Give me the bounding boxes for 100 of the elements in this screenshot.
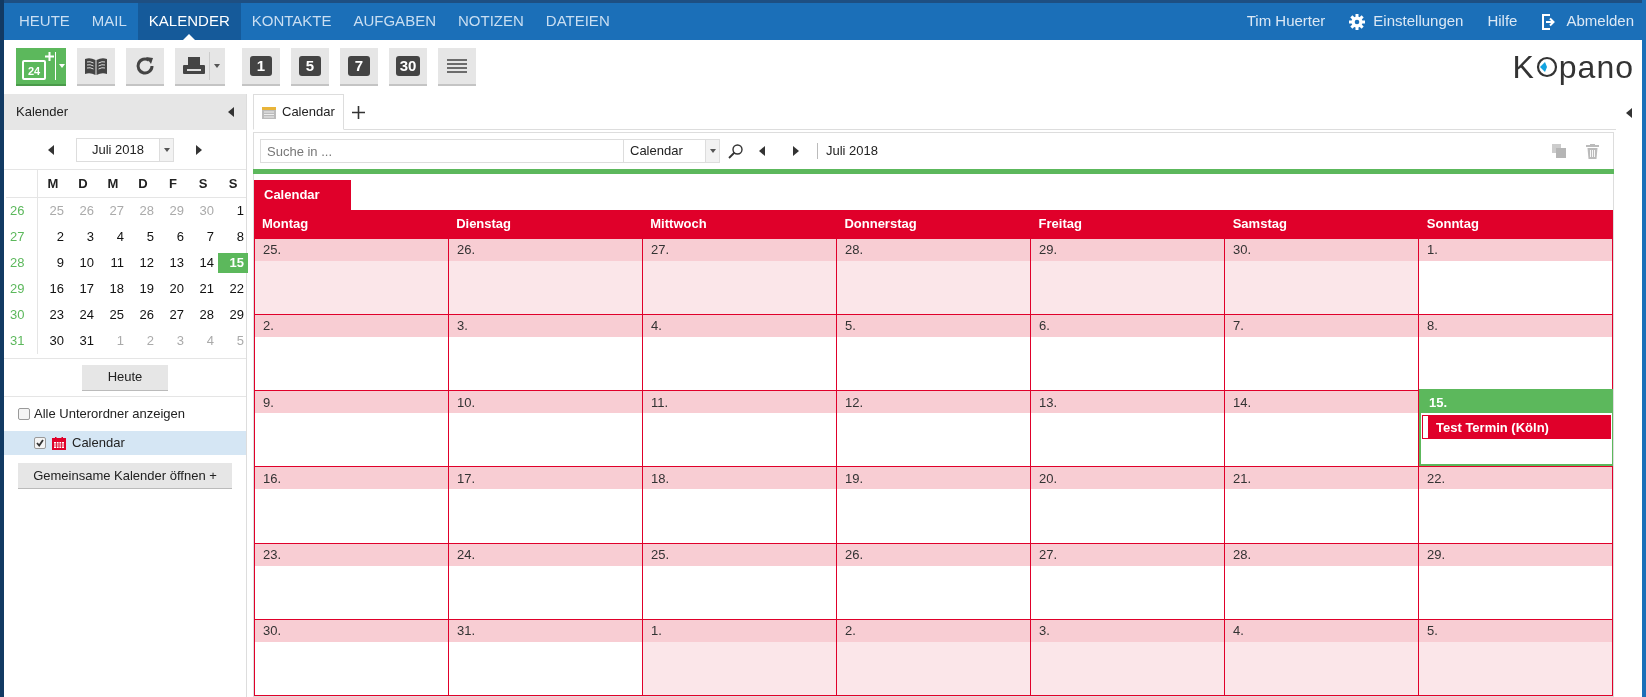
day-cell[interactable]: 2. bbox=[837, 618, 1031, 695]
date-cell[interactable]: 22 bbox=[218, 279, 248, 299]
search-icon[interactable] bbox=[728, 143, 743, 159]
day-cell[interactable]: 30. bbox=[1225, 238, 1419, 315]
nav-tab[interactable]: DATEIEN bbox=[534, 3, 621, 40]
user-name[interactable]: Tim Huerter bbox=[1246, 10, 1326, 33]
day-cell[interactable]: 15. Test Termin (Köln) bbox=[1419, 389, 1613, 467]
date-cell[interactable]: 21 bbox=[188, 279, 218, 299]
search-scope-dropdown[interactable]: Calendar bbox=[624, 139, 720, 163]
date-cell[interactable]: 10 bbox=[68, 253, 98, 273]
date-cell[interactable]: 20 bbox=[158, 279, 188, 299]
nav-tab[interactable]: AUFGABEN bbox=[342, 3, 447, 40]
day-cell[interactable]: 16. bbox=[255, 466, 449, 543]
date-cell[interactable]: 8 bbox=[218, 227, 248, 247]
date-cell[interactable]: 5 bbox=[128, 227, 158, 247]
nav-tab[interactable]: NOTIZEN bbox=[446, 3, 535, 40]
day-cell[interactable]: 5. bbox=[1419, 618, 1613, 695]
day-cell[interactable]: 6. bbox=[1031, 314, 1225, 391]
date-cell[interactable]: 13 bbox=[158, 253, 188, 273]
list-view-button[interactable] bbox=[438, 48, 476, 86]
add-tab-icon[interactable] bbox=[351, 106, 365, 119]
month-view-button[interactable]: 30 bbox=[389, 48, 427, 86]
day-cell[interactable]: 26. bbox=[837, 542, 1031, 619]
open-shared-button[interactable]: Gemeinsame Kalender öffnen + bbox=[18, 463, 232, 490]
date-cell[interactable]: 23 bbox=[38, 305, 68, 325]
day-cell[interactable]: 29. bbox=[1419, 542, 1613, 619]
day-cell[interactable]: 1. bbox=[1419, 238, 1613, 315]
collapse-icon[interactable] bbox=[1626, 108, 1632, 118]
day-cell[interactable]: 22. bbox=[1419, 466, 1613, 543]
day-cell[interactable]: 14. bbox=[1225, 390, 1419, 467]
refresh-button[interactable] bbox=[126, 48, 164, 86]
nav-tab[interactable]: KONTAKTE bbox=[240, 3, 343, 40]
date-cell[interactable]: 18 bbox=[98, 279, 128, 299]
date-cell[interactable]: 3 bbox=[68, 227, 98, 247]
date-cell[interactable]: 14 bbox=[188, 253, 218, 273]
date-cell[interactable]: 6 bbox=[158, 227, 188, 247]
date-cell[interactable]: 9 bbox=[38, 253, 68, 273]
subfolders-option[interactable]: Alle Unterordner anzeigen bbox=[4, 397, 246, 431]
date-cell[interactable]: 7 bbox=[188, 227, 218, 247]
date-cell[interactable]: 31 bbox=[68, 331, 98, 351]
date-cell[interactable]: 27 bbox=[158, 305, 188, 325]
day-cell[interactable]: 17. bbox=[449, 466, 643, 543]
date-cell[interactable]: 2 bbox=[38, 227, 68, 247]
day-cell[interactable]: 27. bbox=[1031, 542, 1225, 619]
month-picker[interactable]: Juli 2018 bbox=[76, 137, 174, 162]
day-cell[interactable]: 21. bbox=[1225, 466, 1419, 543]
next-icon[interactable] bbox=[793, 146, 799, 156]
day-cell[interactable]: 2. bbox=[255, 314, 449, 391]
day-cell[interactable]: 25. bbox=[643, 542, 837, 619]
settings-link[interactable]: Einstellungen bbox=[1373, 10, 1464, 33]
day-cell[interactable]: 3. bbox=[1031, 618, 1225, 695]
date-cell[interactable]: 25 bbox=[98, 305, 128, 325]
day-view-button[interactable]: 1 bbox=[242, 48, 280, 86]
date-cell[interactable]: 1 bbox=[218, 201, 248, 221]
nav-tab[interactable]: KALENDER bbox=[137, 3, 241, 40]
week-view-button[interactable]: 7 bbox=[340, 48, 378, 86]
day-cell[interactable]: 23. bbox=[255, 542, 449, 619]
dropdown-icon[interactable] bbox=[709, 149, 716, 153]
day-cell[interactable]: 10. bbox=[449, 390, 643, 467]
day-cell[interactable]: 4. bbox=[643, 314, 837, 391]
previous-month-icon[interactable] bbox=[48, 144, 54, 155]
day-cell[interactable]: 28. bbox=[837, 238, 1031, 315]
date-cell[interactable]: 12 bbox=[128, 253, 158, 273]
dropdown-icon[interactable] bbox=[163, 147, 170, 152]
today-button[interactable]: Heute bbox=[82, 364, 168, 391]
day-cell[interactable]: 30. bbox=[255, 618, 449, 695]
folder-item[interactable]: Calendar bbox=[4, 431, 246, 455]
day-cell[interactable]: 8. bbox=[1419, 314, 1613, 391]
collapse-icon[interactable] bbox=[228, 107, 234, 117]
date-cell[interactable]: 30 bbox=[38, 331, 68, 351]
settings-icon[interactable] bbox=[1349, 13, 1366, 30]
checkbox[interactable] bbox=[18, 408, 30, 420]
search-field[interactable]: Suche in ... bbox=[260, 139, 624, 163]
day-cell[interactable]: 7. bbox=[1225, 314, 1419, 391]
help-link[interactable]: Hilfe bbox=[1487, 10, 1518, 33]
day-cell[interactable]: 13. bbox=[1031, 390, 1225, 467]
nav-tab[interactable]: HEUTE bbox=[8, 3, 81, 40]
day-cell[interactable]: 27. bbox=[643, 238, 837, 315]
logout-icon[interactable] bbox=[1541, 13, 1557, 30]
nav-tab[interactable]: MAIL bbox=[80, 3, 138, 40]
day-cell[interactable]: 4. bbox=[1225, 618, 1419, 695]
print-button[interactable] bbox=[175, 48, 225, 86]
address-book-button[interactable] bbox=[77, 48, 115, 86]
workweek-view-button[interactable]: 5 bbox=[291, 48, 329, 86]
day-cell[interactable]: 5. bbox=[837, 314, 1031, 391]
date-cell[interactable]: 26 bbox=[128, 305, 158, 325]
date-cell[interactable]: 11 bbox=[98, 253, 128, 273]
day-cell[interactable]: 9. bbox=[255, 390, 449, 467]
day-cell[interactable]: 1. bbox=[643, 618, 837, 695]
day-cell[interactable]: 12. bbox=[837, 390, 1031, 467]
day-cell[interactable]: 11. bbox=[643, 390, 837, 467]
date-cell[interactable]: 19 bbox=[128, 279, 158, 299]
day-cell[interactable]: 29. bbox=[1031, 238, 1225, 315]
date-cell[interactable]: 17 bbox=[68, 279, 98, 299]
day-cell[interactable]: 24. bbox=[449, 542, 643, 619]
previous-icon[interactable] bbox=[759, 146, 765, 156]
next-month-icon[interactable] bbox=[196, 144, 202, 155]
date-cell[interactable]: 29 bbox=[218, 305, 248, 325]
caret-icon[interactable] bbox=[214, 64, 220, 68]
day-cell[interactable]: 18. bbox=[643, 466, 837, 543]
